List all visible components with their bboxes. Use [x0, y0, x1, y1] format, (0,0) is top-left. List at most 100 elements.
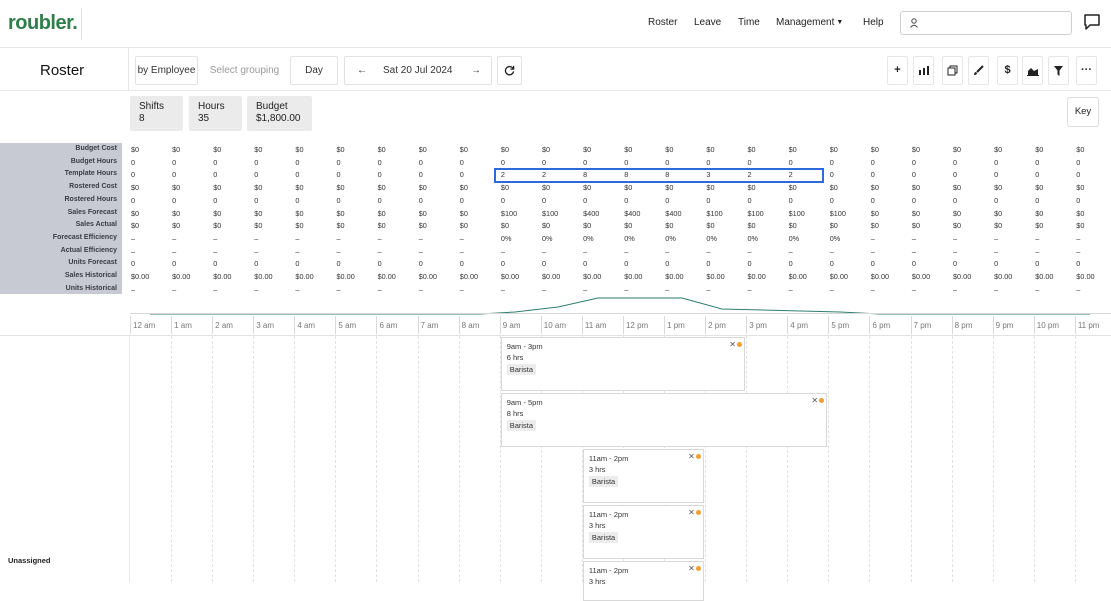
copy-icon[interactable]: [942, 56, 963, 85]
current-date[interactable]: Sat 20 Jul 2024: [383, 57, 453, 84]
grouping-select[interactable]: Select grouping: [202, 56, 287, 85]
dollar-icon[interactable]: $: [997, 56, 1018, 85]
metric-label: Forecast Efficiency: [52, 233, 117, 241]
metric-cell: 0: [254, 259, 259, 269]
metric-cell: 0: [542, 259, 547, 269]
metric-label: Budget Cost: [75, 145, 117, 152]
hour-label: 7 pm: [913, 321, 932, 330]
area-chart-icon[interactable]: [1022, 56, 1043, 85]
metric-cell: 0: [295, 170, 300, 180]
metric-cell: $0: [377, 208, 386, 218]
metric-cell: –: [829, 284, 834, 294]
shift-card[interactable]: 11am - 2pm 3 hrs Barista ✕: [582, 505, 705, 559]
brush-icon[interactable]: [968, 56, 989, 85]
metric-cell: $0: [953, 145, 962, 154]
filter-icon[interactable]: [1048, 56, 1069, 85]
metric-cell: $0: [788, 145, 797, 154]
shift-card[interactable]: 11am - 2pm 3 hrs ✕: [582, 561, 705, 601]
hour-tick: [130, 316, 131, 334]
plus-icon[interactable]: +: [887, 56, 908, 85]
hours-label: Hours: [198, 101, 225, 112]
metric-cell: $0: [500, 221, 510, 231]
unassigned-row-label: Unassigned: [8, 556, 51, 565]
metric-cell: 0: [624, 195, 629, 205]
metric-cell: $0: [213, 221, 222, 231]
nav-management-label: Management: [776, 17, 835, 28]
hour-grid-line: [376, 336, 378, 582]
shift-swap-icon[interactable]: ✕: [688, 564, 695, 573]
metric-cell: $0: [788, 183, 797, 193]
metric-cell: 0%: [788, 233, 800, 243]
metric-cell: $0: [911, 208, 921, 218]
nav-leave[interactable]: Leave: [694, 17, 721, 28]
metric-cell: –: [706, 246, 711, 256]
metric-cell: $0: [665, 221, 674, 231]
hour-tick: [458, 316, 460, 334]
by-employee-select[interactable]: by Employee: [135, 56, 198, 85]
metric-cell: –: [295, 233, 300, 243]
nav-time[interactable]: Time: [738, 17, 760, 28]
shift-swap-icon[interactable]: ✕: [688, 452, 695, 461]
refresh-button[interactable]: [497, 56, 522, 85]
metric-cell: $0: [500, 145, 510, 154]
metric-cell: $0: [131, 145, 140, 154]
metric-cell: $0: [459, 221, 468, 231]
nav-roster[interactable]: Roster: [648, 17, 677, 28]
metric-cell: $100: [542, 208, 559, 218]
metric-cell: 0: [870, 170, 875, 180]
metric-cell: $0: [1076, 208, 1085, 218]
metric-cell: –: [418, 246, 423, 256]
hour-grid-line: [910, 336, 912, 582]
user-search-box[interactable]: [900, 11, 1072, 35]
hour-tick: [335, 316, 337, 334]
shift-swap-icon[interactable]: ✕: [688, 508, 695, 517]
metric-cell: $0.00: [583, 272, 602, 281]
metric-cell: 0: [459, 195, 464, 205]
metric-cell: $0: [829, 145, 838, 154]
metric-cell: 0: [870, 259, 875, 269]
metric-cell: $0: [747, 145, 756, 154]
metric-cell: $0.00: [131, 272, 150, 281]
hour-label: 9 am: [502, 321, 521, 330]
metric-cell: –: [254, 284, 259, 294]
hour-tick: [581, 316, 583, 334]
hour-label: 8 am: [461, 321, 480, 330]
key-button[interactable]: Key: [1067, 97, 1099, 127]
user-search-input[interactable]: [923, 15, 1063, 31]
next-day-button[interactable]: →: [471, 57, 481, 84]
hour-tick: [212, 316, 214, 334]
shift-card[interactable]: 9am - 5pm 8 hrs Barista ✕: [500, 393, 828, 447]
metric-cell: –: [500, 246, 505, 256]
metric-cell: 0: [213, 157, 218, 167]
bar-chart-icon[interactable]: [913, 56, 934, 85]
metric-cell: 0: [788, 195, 793, 205]
nav-help[interactable]: Help: [863, 17, 884, 28]
shift-card[interactable]: 9am - 3pm 6 hrs Barista ✕: [500, 337, 746, 391]
prev-day-button[interactable]: ←: [357, 57, 367, 84]
summary-hours: Hours 35: [189, 96, 242, 131]
metric-cell: $0: [254, 183, 263, 193]
metric-cell: $0.00: [665, 272, 684, 281]
logo-divider: [81, 8, 82, 40]
chat-icon[interactable]: [1083, 13, 1101, 31]
metric-cell: 0: [624, 259, 629, 269]
metric-label: Rostered Hours: [64, 195, 117, 203]
view-day-select[interactable]: Day: [290, 56, 338, 85]
shift-swap-icon[interactable]: ✕: [811, 396, 818, 405]
hour-grid-line: [417, 336, 419, 582]
more-icon[interactable]: ···: [1076, 56, 1097, 85]
metric-cell: $0: [377, 145, 386, 154]
shift-card[interactable]: 11am - 2pm 3 hrs Barista ✕: [582, 449, 705, 503]
hour-label: 11 am: [584, 321, 607, 330]
summary-shifts: Shifts 8: [130, 96, 183, 131]
nav-management[interactable]: Management ▼: [776, 17, 843, 28]
hour-label: 3 am: [256, 321, 275, 330]
shift-swap-icon[interactable]: ✕: [729, 340, 736, 349]
hour-tick: [294, 316, 296, 334]
template-hours-selection[interactable]: [494, 168, 824, 183]
metric-cell: 0: [213, 170, 218, 180]
metric-cell: –: [953, 233, 958, 243]
roubler-logo[interactable]: roubler.: [8, 12, 78, 35]
shift-status-dot: [696, 566, 702, 571]
hour-grid-line: [1074, 336, 1076, 582]
